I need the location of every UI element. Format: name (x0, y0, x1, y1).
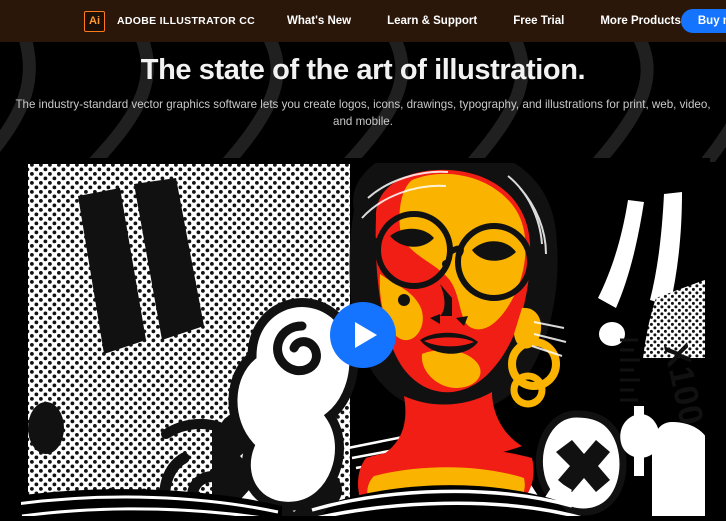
page-title: The state of the art of illustration. (140, 54, 586, 86)
hero-text-block: The state of the art of illustration. Th… (0, 42, 726, 131)
play-triangle-icon[interactable] (330, 302, 396, 368)
navbar: Ai ADOBE ILLUSTRATOR CC What's New Learn… (0, 9, 726, 33)
nav-item-whats-new[interactable]: What's New (287, 15, 351, 27)
nav-item-learn-support[interactable]: Learn & Support (387, 15, 477, 27)
page-root: Ai ADOBE ILLUSTRATOR CC What's New Learn… (0, 0, 726, 521)
primary-nav: What's New Learn & Support Free Trial Mo… (287, 15, 681, 27)
nav-item-free-trial[interactable]: Free Trial (513, 15, 564, 27)
adobe-illustrator-icon[interactable]: Ai (84, 10, 105, 32)
page-subtitle: The industry-standard vector graphics so… (15, 98, 711, 129)
brand-title: ADOBE ILLUSTRATOR CC (117, 15, 256, 27)
nav-item-more-products[interactable]: More Products (600, 15, 681, 27)
buy-now-button[interactable]: Buy now (680, 9, 726, 33)
site-header: Ai ADOBE ILLUSTRATOR CC What's New Learn… (0, 0, 726, 42)
